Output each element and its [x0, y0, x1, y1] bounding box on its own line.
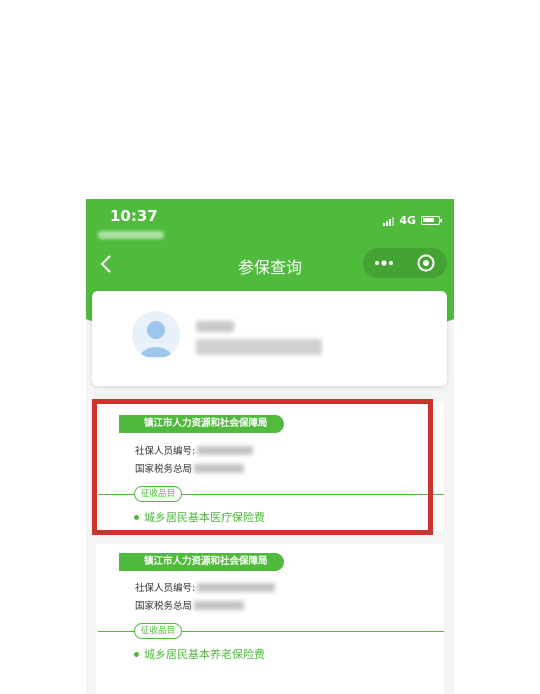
social-id-value-blurred: [197, 582, 276, 592]
tax-bureau-field: 国家税务总局: [135, 598, 245, 612]
bureau-badge: 镇江市人力资源和社会保障局: [119, 553, 284, 571]
bullet-dot: [134, 651, 139, 657]
bullet-dot: [134, 514, 139, 520]
user-name-blurred: [196, 321, 234, 332]
signal-icon: [383, 216, 395, 226]
more-button[interactable]: [367, 251, 401, 275]
close-mini-program-button[interactable]: [409, 251, 443, 275]
battery-icon: [421, 216, 442, 225]
collection-item-label: 城乡居民基本养老保险费: [144, 648, 265, 661]
record-card[interactable]: 镇江市人力资源和社会保障局 社保人员编号: 国家税务总局 征收品目 城乡居民基本…: [96, 544, 444, 694]
close-mini-program-icon: [417, 254, 435, 272]
category-badge: 征收品目: [134, 623, 183, 639]
social-id-field: 社保人员编号:: [135, 580, 276, 594]
category-badge: 征收品目: [134, 486, 183, 502]
social-id-label: 社保人员编号:: [135, 446, 196, 457]
mini-program-capsule: [363, 248, 447, 278]
collection-item: 城乡居民基本医疗保险费: [134, 509, 265, 525]
network-type: 4G: [399, 214, 416, 227]
tax-bureau-label: 国家税务总局: [135, 601, 193, 612]
social-id-value-blurred: [197, 445, 254, 455]
tax-bureau-label: 国家税务总局: [135, 464, 193, 475]
record-card[interactable]: 镇江市人力资源和社会保障局 社保人员编号: 国家税务总局 征收品目 城乡居民基本…: [96, 401, 444, 531]
more-icon: [375, 260, 393, 266]
social-id-label: 社保人员编号:: [135, 583, 196, 594]
collection-item-label: 城乡居民基本医疗保险费: [144, 511, 265, 524]
profile-card: [92, 291, 447, 386]
collection-item: 城乡居民基本养老保险费: [134, 646, 265, 662]
social-id-field: 社保人员编号:: [135, 443, 254, 457]
tax-bureau-value-blurred: [194, 600, 245, 610]
tax-bureau-value-blurred: [194, 463, 245, 473]
status-time: 10:37: [110, 207, 158, 225]
avatar-icon: [132, 311, 180, 359]
bureau-badge: 镇江市人力资源和社会保障局: [119, 415, 284, 433]
tax-bureau-field: 国家税务总局: [135, 461, 245, 475]
status-indicators: 4G: [383, 214, 442, 227]
user-id-blurred: [196, 339, 322, 355]
carrier-blurred: [98, 231, 164, 239]
mini-program-screen: 10:37 4G 参保查询 镇江市人力资源和社会保障局 社保人员编号: 国家税务…: [86, 199, 454, 694]
